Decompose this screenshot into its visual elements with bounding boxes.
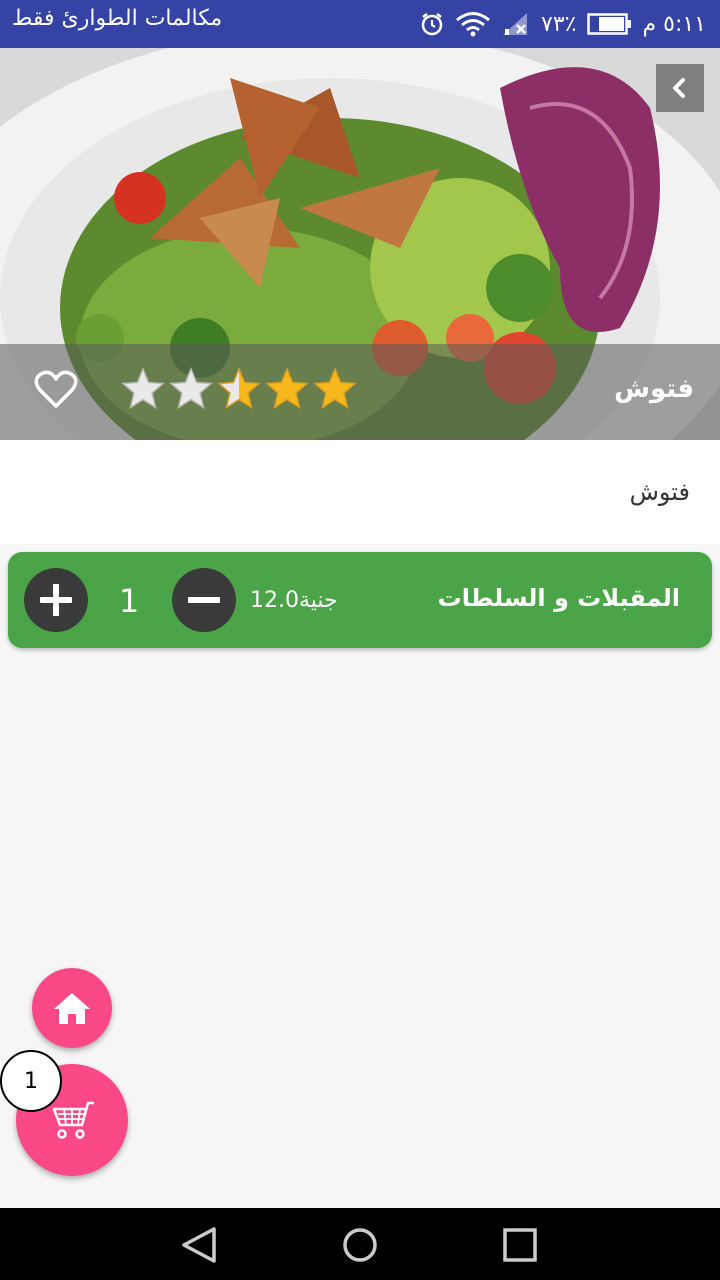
system-nav-bar <box>0 1208 720 1280</box>
back-button[interactable] <box>656 64 704 112</box>
decrease-quantity-button[interactable] <box>172 568 236 632</box>
star-empty-icon <box>121 367 165 410</box>
carrier-text: مكالمات الطوارئ فقط <box>12 6 223 31</box>
description-section: فتوش <box>0 440 720 544</box>
status-time: ٥:١١ م <box>642 11 707 37</box>
star-full-icon <box>313 367 357 410</box>
wifi-icon <box>455 11 491 37</box>
favorite-heart-icon[interactable] <box>34 370 78 410</box>
star-half-icon <box>217 367 261 410</box>
rating-stars[interactable] <box>120 366 358 412</box>
minus-icon <box>188 597 220 603</box>
shopping-cart-icon <box>52 1101 94 1139</box>
nav-back-button[interactable] <box>178 1226 222 1268</box>
dish-image: فتوش <box>0 48 720 440</box>
chevron-left-icon <box>673 78 685 98</box>
circle-home-icon <box>343 1228 377 1262</box>
cart-count-badge: 1 <box>0 1050 62 1112</box>
battery-icon <box>586 12 633 36</box>
dish-description: فتوش <box>629 478 690 506</box>
title-overlay: فتوش <box>0 344 720 440</box>
price-label: 12.0جنية <box>250 588 338 613</box>
home-button[interactable] <box>32 968 112 1048</box>
nav-recents-button[interactable] <box>500 1226 540 1270</box>
increase-quantity-button[interactable] <box>24 568 88 632</box>
alarm-icon <box>419 11 445 37</box>
quantity-value: 1 <box>118 582 140 620</box>
triangle-back-icon <box>182 1227 216 1263</box>
status-indicators: ٧٣٪ ٥:١١ م <box>419 8 706 40</box>
plus-icon <box>40 584 72 616</box>
star-empty-icon <box>169 367 213 410</box>
battery-percent: ٧٣٪ <box>541 11 577 37</box>
home-icon <box>54 993 90 1024</box>
star-full-icon <box>265 367 309 410</box>
order-card: المقبلات و السلطات 12.0جنية 1 <box>8 552 712 648</box>
square-recents-icon <box>503 1228 537 1262</box>
status-bar: مكالمات الطوارئ فقط ٧٣٪ ٥:١١ م <box>0 0 720 48</box>
nav-home-button[interactable] <box>340 1226 380 1270</box>
category-label: المقبلات و السلطات <box>437 584 680 612</box>
dish-title: فتوش <box>614 374 694 404</box>
signal-icon <box>501 11 531 37</box>
